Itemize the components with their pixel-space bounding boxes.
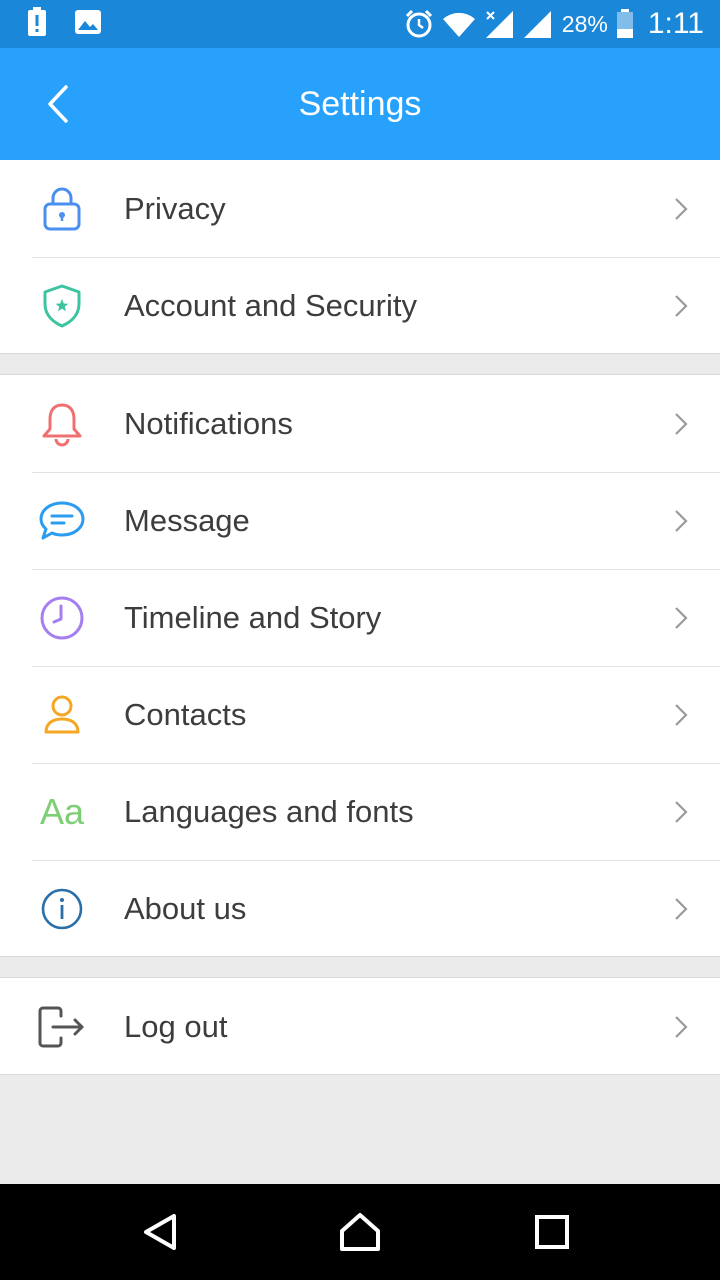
person-icon (36, 690, 88, 740)
chevron-right-icon (675, 898, 688, 920)
settings-item-timeline-story[interactable]: Timeline and Story (0, 569, 720, 666)
status-right: 28% 1:11 (404, 7, 704, 41)
system-nav-bar (0, 1184, 720, 1280)
signal-icon (522, 9, 552, 39)
settings-item-label: Timeline and Story (124, 599, 382, 635)
lock-icon (36, 184, 88, 234)
status-bar: 28% 1:11 (0, 0, 720, 48)
bell-icon (36, 399, 88, 449)
signal-no-data-icon (484, 9, 514, 39)
alarm-icon (404, 9, 434, 39)
font-icon: Aa (39, 791, 85, 832)
settings-section-account: Privacy Account and Security (0, 160, 720, 354)
battery-alert-icon (26, 6, 48, 42)
settings-item-notifications[interactable]: Notifications (0, 375, 720, 472)
chat-bubble-icon (36, 496, 88, 546)
nav-home-button[interactable] (336, 1208, 384, 1256)
back-button[interactable] (30, 76, 86, 132)
settings-item-label: Notifications (124, 405, 293, 441)
info-icon (36, 884, 88, 934)
back-arrow-icon (48, 85, 68, 123)
chevron-right-icon (675, 510, 688, 532)
wifi-icon (442, 10, 476, 38)
settings-section-general: Notifications Message Timeline and Story (0, 374, 720, 957)
chevron-right-icon (675, 198, 688, 220)
settings-item-label: Privacy (124, 190, 226, 226)
settings-item-label: Message (124, 502, 250, 538)
settings-item-message[interactable]: Message (0, 472, 720, 569)
shield-icon (36, 281, 88, 331)
settings-item-label: Log out (124, 1008, 228, 1044)
clock-icon (36, 593, 88, 643)
settings-item-contacts[interactable]: Contacts (0, 666, 720, 763)
settings-item-about-us[interactable]: About us (0, 860, 720, 957)
triangle-back-icon (144, 1214, 176, 1250)
chevron-right-icon (675, 295, 688, 317)
settings-item-account-security[interactable]: Account and Security (0, 257, 720, 354)
clock: 1:11 (647, 7, 704, 40)
image-notification-icon (74, 9, 102, 40)
page-title: Settings (298, 84, 422, 123)
nav-back-button[interactable] (136, 1208, 184, 1256)
chevron-right-icon (675, 607, 688, 629)
chevron-right-icon (675, 801, 688, 823)
square-recents-icon (535, 1215, 569, 1249)
settings-item-languages-fonts[interactable]: Aa Languages and fonts (0, 763, 720, 860)
settings-item-label: Languages and fonts (124, 793, 414, 829)
app-bar: Settings (0, 48, 720, 160)
home-icon (340, 1213, 380, 1251)
battery-icon (616, 9, 634, 39)
battery-percent: 28% (561, 10, 608, 37)
settings-item-label: Account and Security (124, 287, 417, 323)
logout-icon (36, 1002, 88, 1052)
settings-item-log-out[interactable]: Log out (0, 978, 720, 1075)
status-left (26, 6, 102, 42)
settings-item-label: Contacts (124, 696, 247, 732)
settings-item-label: About us (124, 890, 247, 926)
chevron-right-icon (675, 413, 688, 435)
settings-section-logout: Log out (0, 977, 720, 1075)
nav-recents-button[interactable] (528, 1208, 576, 1256)
chevron-right-icon (675, 704, 688, 726)
settings-item-privacy[interactable]: Privacy (0, 160, 720, 257)
chevron-right-icon (675, 1016, 688, 1038)
